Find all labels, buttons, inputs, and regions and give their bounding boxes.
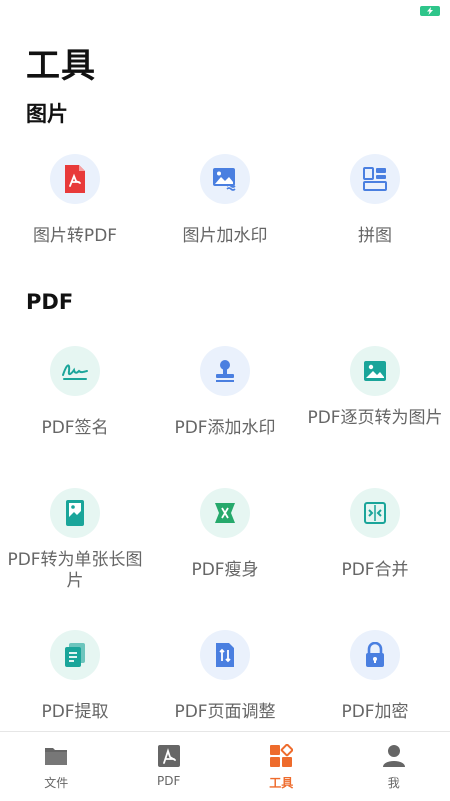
lock-icon <box>350 630 400 680</box>
tool-label: PDF提取 <box>0 702 150 723</box>
bottom-nav: 文件 PDF 工具 我 <box>0 731 450 801</box>
tool-label: PDF逐页转为图片 <box>300 408 450 429</box>
section-title-image: 图片 <box>26 98 68 128</box>
tool-label: PDF合并 <box>300 560 450 581</box>
nav-item-me[interactable]: 我 <box>338 732 450 801</box>
nav-item-pdf[interactable]: PDF <box>113 732 226 801</box>
pdf-icon <box>157 744 181 768</box>
compress-icon <box>200 488 250 538</box>
nav-item-files[interactable]: 文件 <box>0 732 113 801</box>
tool-label: PDF添加水印 <box>150 418 300 439</box>
nav-label: PDF <box>113 774 226 788</box>
merge-icon <box>350 488 400 538</box>
nav-item-tools[interactable]: 工具 <box>225 732 338 801</box>
folder-icon <box>44 744 68 768</box>
extract-icon <box>50 630 100 680</box>
status-bar <box>0 0 450 24</box>
tool-label: 图片转PDF <box>0 226 150 247</box>
section-title-pdf: PDF <box>26 290 73 314</box>
long-image-icon <box>50 488 100 538</box>
tool-label: PDF页面调整 <box>150 702 300 723</box>
stamp-icon <box>200 346 250 396</box>
battery-icon <box>420 6 440 16</box>
nav-label: 工具 <box>225 774 338 791</box>
nav-label: 文件 <box>0 774 113 791</box>
image-to-pdf-icon <box>50 154 100 204</box>
image-icon <box>350 346 400 396</box>
tool-label: PDF签名 <box>0 418 150 439</box>
nav-label: 我 <box>338 774 450 791</box>
page-adjust-icon <box>200 630 250 680</box>
collage-icon <box>350 154 400 204</box>
tools-icon <box>269 744 293 768</box>
tool-label: PDF瘦身 <box>150 560 300 581</box>
tool-label: PDF转为单张长图片 <box>0 550 150 592</box>
image-watermark-icon <box>200 154 250 204</box>
tool-label: 拼图 <box>300 226 450 247</box>
tool-label: 图片加水印 <box>150 226 300 247</box>
page-title: 工具 <box>26 38 96 87</box>
person-icon <box>382 744 406 768</box>
tool-label: PDF加密 <box>300 702 450 723</box>
signature-icon <box>50 346 100 396</box>
